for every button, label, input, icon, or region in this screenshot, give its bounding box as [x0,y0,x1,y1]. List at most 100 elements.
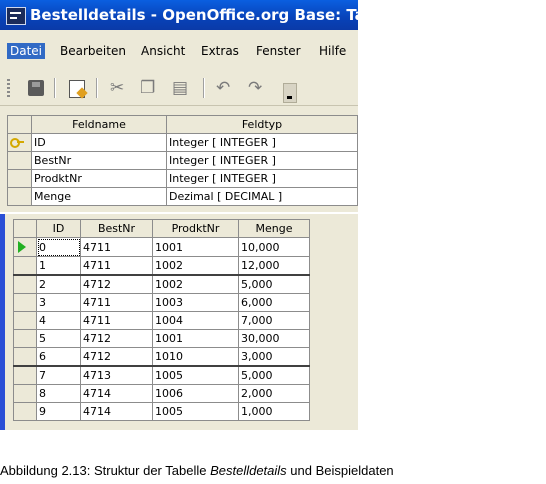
cell-prodktnr[interactable]: 1001 [152,237,239,257]
field-name-cell[interactable]: ID [31,133,167,152]
cell-bestnr[interactable]: 4711 [80,237,153,257]
menu-hilfe[interactable]: Hilfe [319,44,346,58]
table-row[interactable]: 6 4712 1010 3,000 [13,347,310,367]
table-row[interactable]: 1 4711 1002 12,000 [13,256,310,276]
field-type-cell[interactable]: Dezimal [ DECIMAL ] [166,187,358,206]
cut-icon: ✂ [110,78,125,98]
row-header[interactable] [7,133,32,152]
cell-id[interactable]: 3 [36,293,81,312]
row-header[interactable] [7,187,32,206]
cell-prodktnr[interactable]: 1005 [152,365,239,385]
cell-menge[interactable]: 7,000 [238,311,310,330]
app-icon[interactable] [6,7,26,25]
toolbar-grip[interactable] [7,79,10,99]
row-header[interactable] [13,329,37,348]
cell-prodktnr[interactable]: 1006 [152,384,239,403]
table-row[interactable]: 5 4712 1001 30,000 [13,329,310,348]
cell-menge[interactable]: 6,000 [238,293,310,312]
menu-bearbeiten[interactable]: Bearbeiten [60,44,126,58]
column-header-feldtyp[interactable]: Feldtyp [166,115,358,134]
window-border-accent [0,214,5,430]
cell-menge[interactable]: 5,000 [238,365,310,385]
row-header[interactable] [13,256,37,276]
cell-bestnr[interactable]: 4714 [80,384,153,403]
cell-bestnr[interactable]: 4712 [80,274,153,294]
field-type-cell[interactable]: Integer [ INTEGER ] [166,169,358,188]
cell-prodktnr[interactable]: 1003 [152,293,239,312]
cell-menge[interactable]: 1,000 [238,402,310,421]
cell-bestnr[interactable]: 4711 [80,256,153,276]
cell-menge[interactable]: 5,000 [238,274,310,294]
table-row[interactable]: 0 4711 1001 10,000 [13,237,310,257]
column-header-prodktnr[interactable]: ProdktNr [152,219,239,238]
cell-id[interactable]: 1 [36,256,81,276]
row-header[interactable] [13,293,37,312]
undo-button[interactable]: ↶ [214,78,236,98]
copy-button[interactable]: ❐ [138,78,160,98]
menu-extras[interactable]: Extras [201,44,239,58]
row-header[interactable] [13,347,37,367]
column-header-bestnr[interactable]: BestNr [80,219,153,238]
cell-bestnr[interactable]: 4711 [80,311,153,330]
cell-menge[interactable]: 2,000 [238,384,310,403]
row-header[interactable] [13,311,37,330]
row-header[interactable] [7,151,32,170]
paste-button[interactable]: ▤ [170,78,192,98]
field-name-cell[interactable]: BestNr [31,151,167,170]
row-header[interactable] [13,402,37,421]
cell-bestnr[interactable]: 4711 [80,293,153,312]
edit-button[interactable] [66,78,88,98]
table-row[interactable]: 2 4712 1002 5,000 [13,274,310,294]
cell-menge[interactable]: 30,000 [238,329,310,348]
table-row[interactable]: 7 4713 1005 5,000 [13,365,310,385]
cell-id[interactable]: 5 [36,329,81,348]
cell-prodktnr[interactable]: 1001 [152,329,239,348]
corner-cell[interactable] [7,115,32,134]
field-name-cell[interactable]: ProdktNr [31,169,167,188]
cell-menge[interactable]: 10,000 [238,237,310,257]
cell-bestnr[interactable]: 4713 [80,365,153,385]
table-row[interactable]: 8 4714 1006 2,000 [13,384,310,403]
column-header-id[interactable]: ID [36,219,81,238]
corner-cell[interactable] [13,219,37,238]
field-type-cell[interactable]: Integer [ INTEGER ] [166,133,358,152]
row-header[interactable] [13,237,37,257]
row-header[interactable] [13,384,37,403]
cell-id[interactable]: 8 [36,384,81,403]
cell-id[interactable]: 7 [36,365,81,385]
cell-id[interactable]: 0 [36,237,81,257]
cell-prodktnr[interactable]: 1010 [152,347,239,367]
cell-id[interactable]: 9 [36,402,81,421]
cell-bestnr[interactable]: 4712 [80,329,153,348]
figure-caption: Abbildung 2.13: Struktur der Tabelle Bes… [0,463,394,478]
cell-prodktnr[interactable]: 1002 [152,256,239,276]
cell-bestnr[interactable]: 4714 [80,402,153,421]
redo-button[interactable]: ↷ [246,78,268,98]
table-row[interactable]: 3 4711 1003 6,000 [13,293,310,312]
column-header-feldname[interactable]: Feldname [31,115,167,134]
menu-fenster[interactable]: Fenster [256,44,301,58]
cell-prodktnr[interactable]: 1005 [152,402,239,421]
row-header[interactable] [7,169,32,188]
row-header[interactable] [13,274,37,294]
field-type-cell[interactable]: Integer [ INTEGER ] [166,151,358,170]
cell-id[interactable]: 6 [36,347,81,367]
menu-ansicht[interactable]: Ansicht [141,44,185,58]
cut-button[interactable]: ✂ [108,78,130,98]
table-row[interactable]: 4 4711 1004 7,000 [13,311,310,330]
table-row[interactable]: 9 4714 1005 1,000 [13,402,310,421]
cell-prodktnr[interactable]: 1004 [152,311,239,330]
title-bar[interactable]: Bestelldetails - OpenOffice.org Base: Ta… [0,0,358,30]
cell-bestnr[interactable]: 4712 [80,347,153,367]
cell-prodktnr[interactable]: 1002 [152,274,239,294]
cell-menge[interactable]: 3,000 [238,347,310,367]
cell-id[interactable]: 4 [36,311,81,330]
row-header[interactable] [13,365,37,385]
dropdown-arrow-icon[interactable] [283,83,297,103]
menu-datei[interactable]: Datei [7,43,46,59]
cell-menge[interactable]: 12,000 [238,256,310,276]
column-header-menge[interactable]: Menge [238,219,310,238]
field-name-cell[interactable]: Menge [31,187,167,206]
cell-id[interactable]: 2 [36,274,81,294]
save-button[interactable] [25,78,47,98]
